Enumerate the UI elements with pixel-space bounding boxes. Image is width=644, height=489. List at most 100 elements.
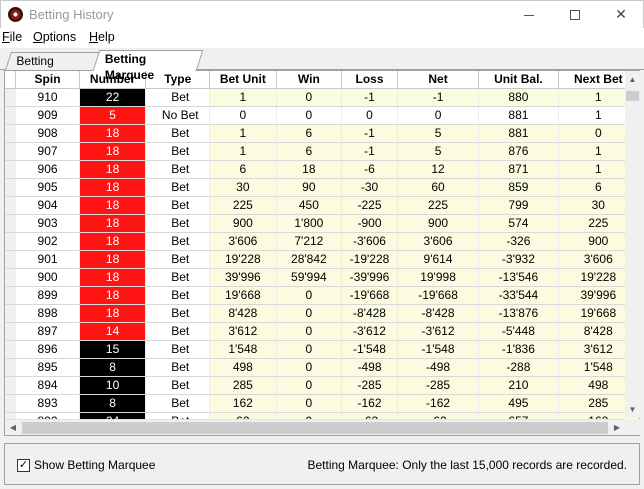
bet-unit-cell: 3'606: [209, 232, 277, 251]
table-row[interactable]: 901 18 Bet 19'228 28'842 -19'228 9'614 -3'932 3'…: [5, 250, 639, 269]
spin-header[interactable]: Spin: [15, 71, 80, 89]
spin-cell: 895: [15, 358, 80, 377]
scroll-down-icon[interactable]: ▼: [625, 401, 640, 418]
number-cell: 18: [79, 160, 147, 179]
row-indicator[interactable]: [5, 394, 17, 413]
net-header[interactable]: Net: [397, 71, 480, 89]
scroll-left-icon[interactable]: ◀: [5, 420, 21, 436]
table-row[interactable]: 910 22 Bet 1 0 -1 -1 880 1: [5, 88, 639, 107]
show-marquee-label[interactable]: Show Betting Marquee: [34, 458, 155, 472]
row-indicator[interactable]: [5, 214, 17, 233]
table-row[interactable]: 906 18 Bet 6 18 -6 12 871 1: [5, 160, 639, 179]
bet-unit-cell: 19'668: [209, 286, 277, 305]
type-cell: Bet: [145, 304, 211, 323]
menu-file[interactable]: File: [2, 30, 22, 44]
menu-help[interactable]: Help: [89, 30, 115, 44]
row-indicator[interactable]: [5, 196, 17, 215]
bet-unit-header[interactable]: Bet Unit: [209, 71, 277, 89]
horizontal-scroll-thumb[interactable]: [22, 422, 608, 434]
type-cell: Bet: [145, 88, 211, 107]
type-cell: Bet: [145, 124, 211, 143]
tab-betting-history[interactable]: Betting History: [5, 52, 101, 84]
show-marquee-checkbox[interactable]: ✓: [17, 459, 30, 472]
win-cell: 28'842: [276, 250, 343, 269]
menu-options[interactable]: Options: [33, 30, 76, 44]
table-row[interactable]: 897 14 Bet 3'612 0 -3'612 -3'612 -5'448 8'428: [5, 322, 639, 341]
type-cell: Bet: [145, 376, 211, 395]
row-indicator[interactable]: [5, 88, 17, 107]
marquee-grid: Spin Number Type Bet Unit Win Loss Net Unit Bal…: [4, 70, 640, 436]
number-cell: 18: [79, 268, 147, 287]
vertical-scrollbar[interactable]: ▲ ▼: [625, 71, 640, 418]
row-indicator[interactable]: [5, 340, 17, 359]
table-row[interactable]: 893 8 Bet 162 0 -162 -162 495 285: [5, 394, 639, 413]
net-cell: 0: [397, 106, 480, 125]
title-bar: Betting History ✕: [0, 0, 644, 28]
loss-cell: -498: [341, 358, 398, 377]
row-indicator[interactable]: [5, 358, 17, 377]
win-header[interactable]: Win: [276, 71, 343, 89]
table-row[interactable]: 904 18 Bet 225 450 -225 225 799 30: [5, 196, 639, 215]
unit-bal-cell: 880: [478, 88, 559, 107]
table-row[interactable]: 900 18 Bet 39'996 59'994 -39'996 19'998 -13'546…: [5, 268, 639, 287]
row-indicator[interactable]: [5, 124, 17, 143]
loss-header[interactable]: Loss: [341, 71, 398, 89]
bet-unit-cell: 225: [209, 196, 277, 215]
row-indicator[interactable]: [5, 376, 17, 395]
spin-cell: 893: [15, 394, 80, 413]
close-button[interactable]: ✕: [598, 1, 644, 29]
row-indicator[interactable]: [5, 250, 17, 269]
row-indicator[interactable]: [5, 322, 17, 341]
bet-unit-cell: 30: [209, 178, 277, 197]
tab-strip: Betting History Betting Marquee: [0, 49, 644, 84]
table-row[interactable]: 898 18 Bet 8'428 0 -8'428 -8'428 -13'876 19'668: [5, 304, 639, 323]
row-indicator[interactable]: [5, 178, 17, 197]
table-row[interactable]: 908 18 Bet 1 6 -1 5 881 0: [5, 124, 639, 143]
scroll-up-icon[interactable]: ▲: [625, 71, 640, 88]
number-cell: 8: [79, 358, 147, 377]
number-cell: 22: [79, 88, 147, 107]
number-cell: 8: [79, 394, 147, 413]
scroll-right-icon[interactable]: ▶: [609, 420, 625, 436]
type-cell: Bet: [145, 160, 211, 179]
maximize-icon: [570, 10, 580, 21]
table-row[interactable]: 895 8 Bet 498 0 -498 -498 -288 1'548: [5, 358, 639, 377]
table-row[interactable]: 903 18 Bet 900 1'800 -900 900 574 225: [5, 214, 639, 233]
indicator-header[interactable]: [5, 71, 17, 89]
row-indicator[interactable]: [5, 106, 17, 125]
bet-unit-cell: 1'548: [209, 340, 277, 359]
row-indicator[interactable]: [5, 142, 17, 161]
tab-betting-marquee[interactable]: Betting Marquee: [92, 50, 204, 82]
table-row[interactable]: 894 10 Bet 285 0 -285 -285 210 498: [5, 376, 639, 395]
type-cell: Bet: [145, 178, 211, 197]
vertical-scroll-thumb[interactable]: [626, 91, 639, 101]
minimize-button[interactable]: [506, 1, 552, 29]
records-note: Betting Marquee: Only the last 15,000 re…: [307, 458, 627, 472]
number-cell: 18: [79, 214, 147, 233]
row-indicator[interactable]: [5, 232, 17, 251]
net-cell: 5: [397, 124, 480, 143]
horizontal-scrollbar[interactable]: ◀ ▶: [5, 419, 625, 435]
type-cell: Bet: [145, 358, 211, 377]
row-indicator[interactable]: [5, 268, 17, 287]
type-cell: Bet: [145, 196, 211, 215]
win-cell: 0: [276, 394, 343, 413]
spin-cell: 906: [15, 160, 80, 179]
loss-cell: -3'606: [341, 232, 398, 251]
table-row[interactable]: 905 18 Bet 30 90 -30 60 859 6: [5, 178, 639, 197]
row-indicator[interactable]: [5, 286, 17, 305]
number-cell: 18: [79, 142, 147, 161]
table-row[interactable]: 902 18 Bet 3'606 7'212 -3'606 3'606 -326 900: [5, 232, 639, 251]
unit-bal-header[interactable]: Unit Bal.: [478, 71, 559, 89]
row-indicator[interactable]: [5, 304, 17, 323]
table-row[interactable]: 907 18 Bet 1 6 -1 5 876 1: [5, 142, 639, 161]
table-row[interactable]: 909 5 No Bet 0 0 0 0 881 1: [5, 106, 639, 125]
number-cell: 18: [79, 304, 147, 323]
table-row[interactable]: 899 18 Bet 19'668 0 -19'668 -19'668 -33'544 39'9…: [5, 286, 639, 305]
minimize-icon: [524, 14, 534, 16]
table-body: 910 22 Bet 1 0 -1 -1 880 1 909 5 No Bet 0 0 0 0 881 1 908 1…: [5, 88, 639, 431]
table-row[interactable]: 896 15 Bet 1'548 0 -1'548 -1'548 -1'836 3'612: [5, 340, 639, 359]
row-indicator[interactable]: [5, 160, 17, 179]
loss-cell: -39'996: [341, 268, 398, 287]
maximize-button[interactable]: [552, 1, 598, 29]
